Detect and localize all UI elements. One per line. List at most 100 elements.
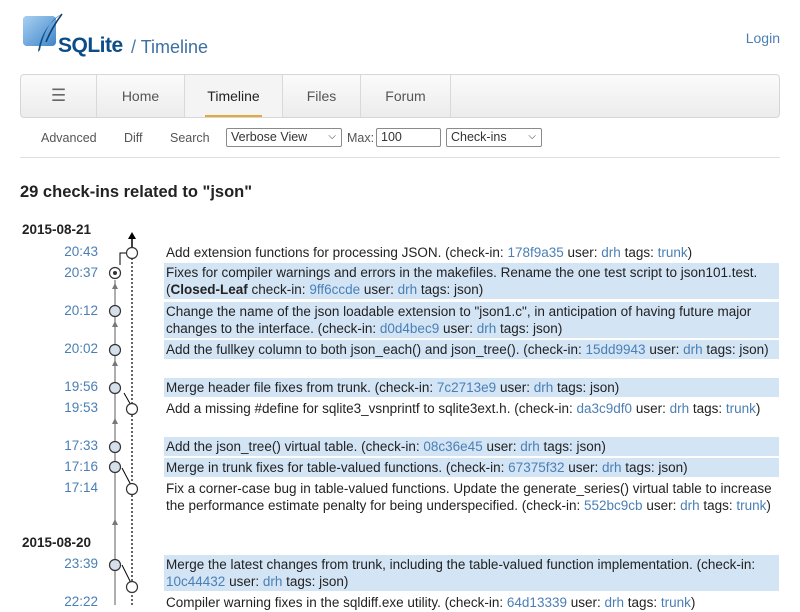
- node-da3c9df0[interactable]: [125, 402, 139, 416]
- time-link[interactable]: 17:33: [0, 438, 98, 453]
- closed-leaf-badge: Closed-Leaf: [170, 282, 248, 297]
- node-15dd9943[interactable]: [108, 343, 122, 357]
- advanced-link[interactable]: Advanced: [41, 131, 97, 145]
- tag-link[interactable]: trunk: [736, 498, 766, 513]
- diff-link[interactable]: Diff: [124, 131, 143, 145]
- tags-label: tags:: [624, 245, 658, 260]
- tab-files[interactable]: Files: [283, 75, 361, 117]
- checkin-label: check-in:: [251, 282, 310, 297]
- main-menu: ☰ Home Timeline Files Forum: [20, 74, 780, 118]
- time-link[interactable]: 17:14: [0, 480, 98, 495]
- user-link[interactable]: drh: [520, 439, 540, 454]
- user-link[interactable]: drh: [477, 321, 497, 336]
- checkin-label: check-in:: [449, 595, 507, 610]
- commit-message: Compiler warning fixes in the sqldiff.ex…: [166, 595, 445, 610]
- node-67375f32[interactable]: [108, 460, 122, 474]
- tab-home[interactable]: Home: [97, 75, 185, 117]
- node-08c36e45[interactable]: [108, 440, 122, 454]
- commit-message: Add a missing #define for sqlite3_vsnpri…: [166, 401, 515, 416]
- node-d0d4bec9[interactable]: [108, 304, 122, 318]
- chevron-down-icon: ⌵: [328, 131, 336, 142]
- tag-link[interactable]: trunk: [661, 595, 691, 610]
- chevron-down-icon: ⌵: [528, 131, 536, 142]
- tags-label: tags:: [627, 595, 661, 610]
- tags-label: tags:: [286, 574, 320, 589]
- tab-forum[interactable]: Forum: [361, 75, 451, 117]
- user-link[interactable]: drh: [601, 245, 621, 260]
- time-link[interactable]: 20:12: [0, 303, 98, 318]
- date-header: 2015-08-20: [22, 535, 92, 550]
- checkin-hash-link[interactable]: 67375f32: [508, 460, 564, 475]
- arrow-up-icon: [112, 418, 118, 424]
- user-link[interactable]: drh: [398, 282, 418, 297]
- time-link[interactable]: 22:22: [0, 594, 98, 609]
- divider: [20, 157, 780, 158]
- type-select-value: Check-ins: [451, 130, 507, 144]
- user-link[interactable]: drh: [534, 380, 554, 395]
- checkin-hash-link[interactable]: 10c44432: [166, 574, 225, 589]
- checkin-label: check-in:: [365, 439, 424, 454]
- tags-label: tags:: [692, 401, 726, 416]
- checkin-entry: Add the json_tree() virtual table. (chec…: [164, 437, 779, 456]
- user-link[interactable]: drh: [263, 574, 283, 589]
- arrow-up-icon: [112, 360, 118, 366]
- checkin-hash-link[interactable]: 15dd9943: [585, 342, 645, 357]
- max-input[interactable]: 100: [376, 128, 441, 147]
- node-552bc9cb[interactable]: [125, 482, 139, 496]
- tag-link[interactable]: trunk: [726, 401, 756, 416]
- checkin-hash-link[interactable]: 552bc9cb: [584, 498, 643, 513]
- time-link[interactable]: 20:43: [0, 244, 98, 259]
- arrow-up-icon: [112, 283, 118, 289]
- user-label: user:: [568, 460, 603, 475]
- time-link[interactable]: 17:16: [0, 459, 98, 474]
- node-64d13339[interactable]: [125, 580, 139, 594]
- user-label: user:: [635, 401, 670, 416]
- hamburger-menu-icon[interactable]: ☰: [21, 75, 97, 117]
- user-link[interactable]: drh: [670, 401, 690, 416]
- sub-menu: Advanced Diff Search Verbose View ⌵ Max:…: [20, 126, 780, 150]
- tags-label: tags:: [703, 498, 737, 513]
- time-link[interactable]: 19:56: [0, 379, 98, 394]
- checkin-hash-link[interactable]: 64d13339: [507, 595, 567, 610]
- max-label: Max:: [347, 131, 375, 145]
- checkin-hash-link[interactable]: 7c2713e9: [437, 380, 496, 395]
- tags-label: tags:: [706, 342, 740, 357]
- user-link[interactable]: drh: [680, 498, 700, 513]
- checkin-label: check-in:: [527, 342, 586, 357]
- tab-timeline[interactable]: Timeline: [185, 75, 283, 117]
- checkin-entry: Compiler warning fixes in the sqldiff.ex…: [166, 595, 696, 610]
- checkin-label: check-in:: [379, 380, 437, 395]
- login-link[interactable]: Login: [746, 30, 780, 46]
- checkin-hash-link[interactable]: d0d4bec9: [380, 321, 439, 336]
- time-link[interactable]: 23:39: [0, 556, 98, 571]
- tag-text: json: [739, 342, 765, 357]
- checkin-hash-link[interactable]: 9ff6ccde: [309, 282, 360, 297]
- page-heading: 29 check-ins related to "json": [20, 183, 253, 201]
- view-select[interactable]: Verbose View ⌵: [226, 128, 342, 147]
- user-label: user:: [486, 439, 521, 454]
- search-link[interactable]: Search: [170, 131, 210, 145]
- time-link[interactable]: 19:53: [0, 400, 98, 415]
- checkin-entry: Merge header file fixes from trunk. (che…: [164, 378, 779, 397]
- user-label: user:: [567, 245, 602, 260]
- user-link[interactable]: drh: [605, 595, 625, 610]
- leaf-dot-icon: [113, 271, 117, 275]
- logo-text[interactable]: SQLite: [58, 34, 123, 58]
- checkin-label: check-in:: [701, 557, 756, 572]
- checkin-hash-link[interactable]: 178f9a35: [507, 245, 563, 260]
- checkin-label: check-in:: [526, 498, 584, 513]
- checkin-hash-link[interactable]: da3c9df0: [576, 401, 632, 416]
- node-7c2713e9[interactable]: [108, 381, 122, 395]
- user-link[interactable]: drh: [602, 460, 622, 475]
- node-178f9a35[interactable]: [125, 246, 139, 260]
- node-10c44432[interactable]: [108, 558, 122, 572]
- time-link[interactable]: 20:37: [0, 265, 98, 280]
- arrow-up-icon: [112, 321, 118, 327]
- checkin-hash-link[interactable]: 08c36e45: [423, 439, 482, 454]
- user-link[interactable]: drh: [683, 342, 703, 357]
- checkin-label: check-in:: [322, 321, 380, 336]
- tag-link[interactable]: trunk: [658, 245, 688, 260]
- commit-message: Merge the latest changes from trunk, inc…: [166, 557, 697, 572]
- type-select[interactable]: Check-ins ⌵: [446, 128, 542, 147]
- time-link[interactable]: 20:02: [0, 341, 98, 356]
